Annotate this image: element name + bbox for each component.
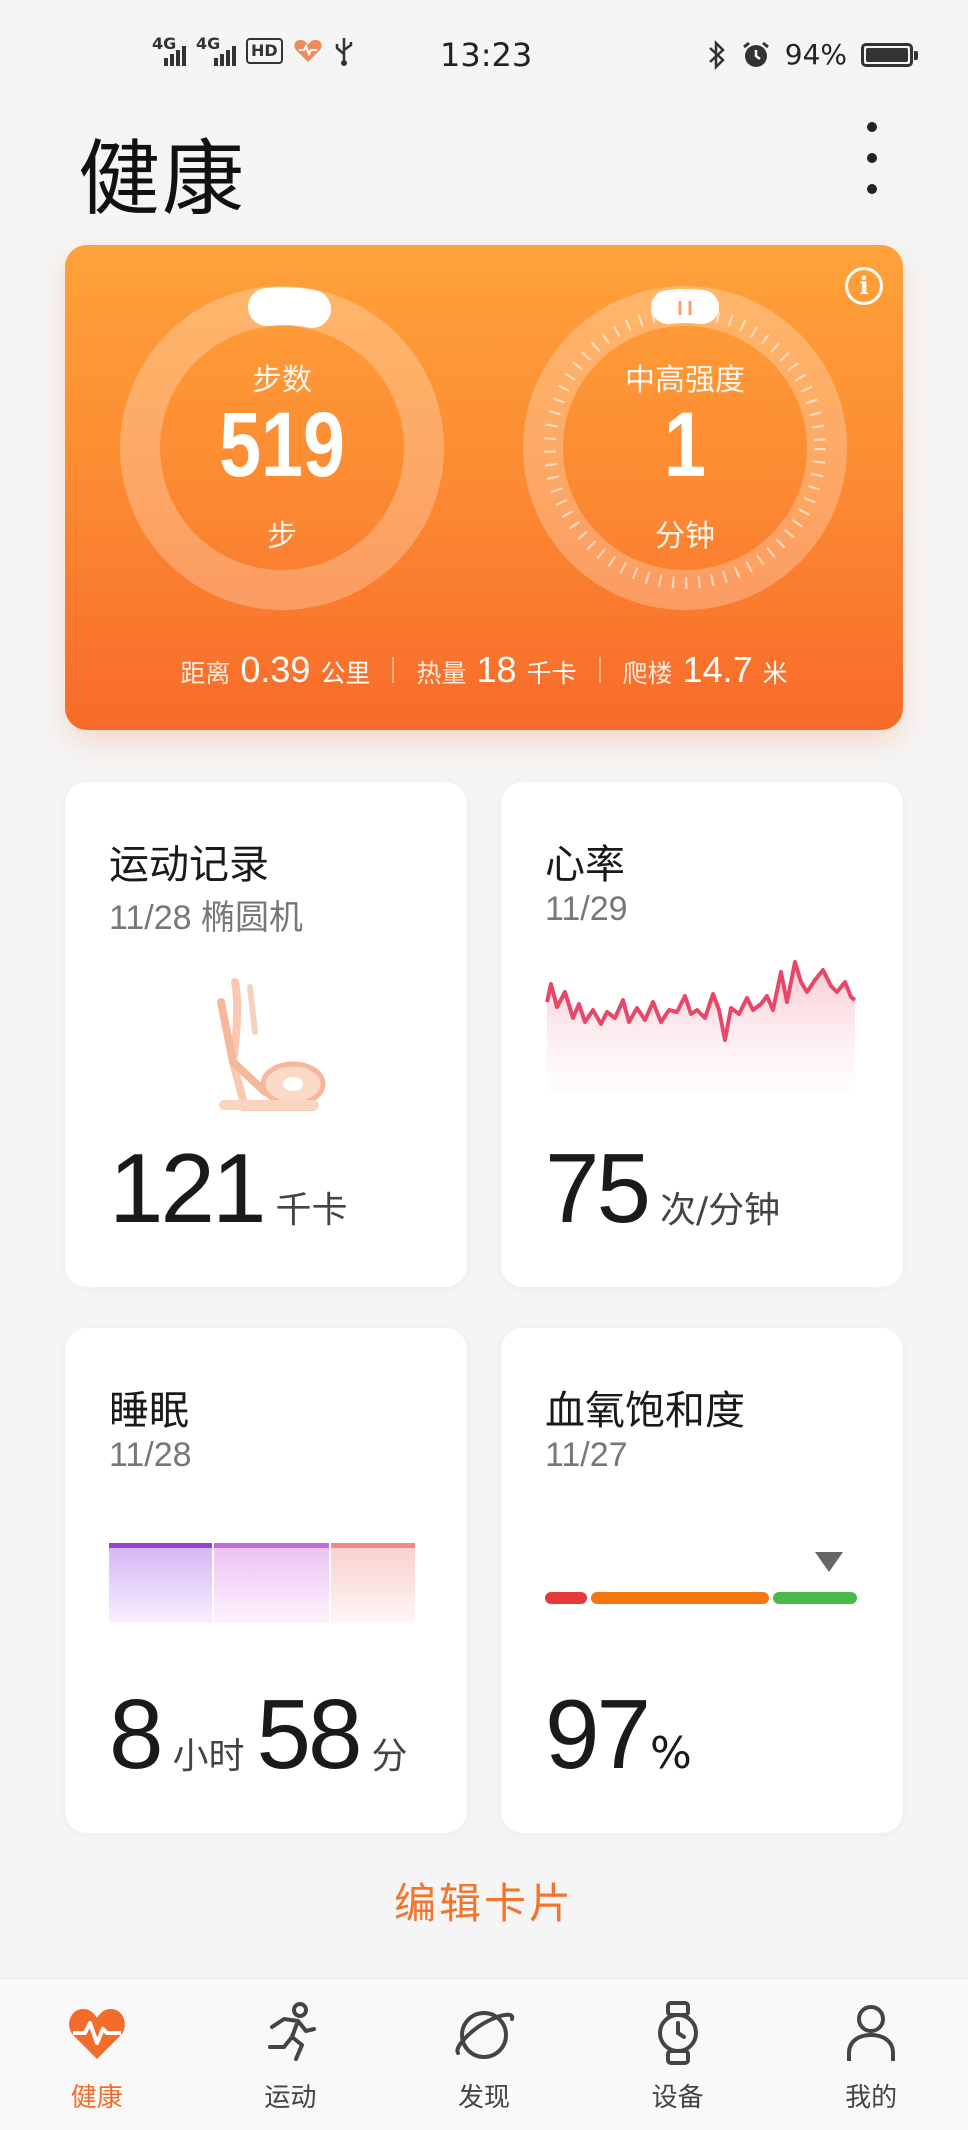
- intensity-value: 1: [664, 394, 706, 496]
- battery-percent: 94%: [784, 38, 847, 71]
- spo2-value: 97: [545, 1679, 651, 1789]
- heart-date: 11/29: [545, 890, 628, 928]
- intensity-label: 中高强度: [625, 363, 745, 398]
- steps-ring[interactable]: 步数 519 步: [117, 283, 447, 613]
- heart-rate-sparkline: [545, 960, 857, 1092]
- network-type: 4G: [152, 34, 177, 53]
- workout-calories-unit: 千卡: [275, 1190, 348, 1231]
- sleep-rem-segment: [331, 1543, 415, 1623]
- intensity-ring[interactable]: 中高强度 1 分钟: [520, 283, 850, 613]
- workout-calories-value: 121: [109, 1133, 267, 1243]
- sleep-duration: 8 小时 58 分: [109, 1678, 408, 1791]
- calories-value: 18: [476, 649, 517, 690]
- floors-value: 14.7: [682, 649, 753, 690]
- planet-icon: [455, 2011, 515, 2059]
- heart-icon: [68, 2009, 125, 2059]
- sleep-minutes-value: 58: [256, 1679, 363, 1789]
- running-icon: [268, 2002, 317, 2061]
- sleep-light-segment: [214, 1543, 329, 1623]
- steps-unit: 步: [267, 519, 297, 554]
- spo2-low-band: [545, 1592, 587, 1604]
- sleep-title: 睡眠: [109, 1388, 189, 1434]
- sleep-hours-value: 8: [109, 1679, 163, 1789]
- spo2-marker-icon: [815, 1552, 843, 1572]
- sleep-date: 11/28: [109, 1436, 192, 1474]
- sleep-deep-segment: [109, 1543, 212, 1623]
- sleep-hours-unit: 小时: [172, 1736, 245, 1777]
- steps-value: 519: [219, 394, 345, 496]
- activity-metrics: 距离 0.39 公里 热量 18 千卡 爬楼 14.7 米: [65, 649, 903, 691]
- heart-rate-unit: 次/分钟: [660, 1190, 781, 1231]
- nav-health-label: 健康: [70, 2083, 123, 2113]
- elliptical-icon: [217, 978, 326, 1111]
- floors-label: 爬楼: [622, 659, 673, 688]
- calories-unit: 千卡: [526, 659, 577, 688]
- spo2-value-group: 97 %: [545, 1678, 692, 1791]
- nav-me-label: 我的: [845, 2083, 898, 2113]
- sleep-card[interactable]: 睡眠 11/28 8 小时 58 分: [65, 1328, 467, 1833]
- heart-rate-value: 75: [545, 1133, 651, 1243]
- nav-discover-label: 发现: [457, 2083, 510, 2113]
- nav-me[interactable]: 我的: [774, 1979, 968, 2130]
- steps-label: 步数: [252, 363, 312, 398]
- sleep-minutes-unit: 分: [371, 1736, 408, 1777]
- network-type-2: 4G: [196, 34, 221, 53]
- edit-cards-link[interactable]: 编辑卡片: [0, 1870, 968, 1931]
- spo2-mid-band: [591, 1592, 769, 1604]
- battery-icon: [861, 42, 918, 67]
- status-bar: 4G 4G HD 13:23 94%: [0, 0, 968, 118]
- heart-title: 心率: [545, 842, 625, 888]
- blood-oxygen-card[interactable]: 血氧饱和度 11/27 97 %: [501, 1328, 903, 1833]
- calories-metric: 热量 18 千卡: [394, 649, 598, 691]
- spo2-unit: %: [650, 1728, 692, 1779]
- spo2-date: 11/27: [545, 1436, 628, 1474]
- hd-icon: HD: [246, 38, 283, 64]
- calories-label: 热量: [416, 659, 467, 688]
- alarm-icon: [742, 41, 769, 67]
- workout-record-card[interactable]: 运动记录 11/28 椭圆机 121 千卡: [65, 782, 467, 1287]
- status-icons-right: 94%: [707, 38, 918, 71]
- bluetooth-icon: [708, 39, 725, 70]
- workout-date: 11/28 椭圆机: [109, 899, 304, 937]
- usb-icon: [335, 38, 352, 66]
- distance-value: 0.39: [240, 649, 311, 690]
- bottom-navigation: 健康 运动 发现 设备 我的: [0, 1978, 968, 2130]
- floors-unit: 米: [762, 659, 788, 688]
- floors-metric: 爬楼 14.7 米: [601, 649, 810, 691]
- status-icons-left: 4G 4G HD: [152, 34, 355, 66]
- activity-summary-card[interactable]: i 步数 519 步 中高强度 1 分钟 距离 0.39 公里 热量 18 千卡…: [65, 245, 903, 730]
- nav-devices[interactable]: 设备: [581, 1979, 775, 2130]
- signal-icon: 4G: [152, 34, 186, 66]
- watch-icon: [657, 2001, 698, 2065]
- nav-exercise[interactable]: 运动: [194, 1979, 388, 2130]
- nav-exercise-label: 运动: [264, 2083, 317, 2113]
- heart-rate-value-group: 75 次/分钟: [545, 1132, 780, 1245]
- heart-status-icon: [294, 39, 322, 62]
- workout-calories: 121 千卡: [109, 1132, 348, 1245]
- heart-rate-card[interactable]: 心率 11/29 75 次/分钟: [501, 782, 903, 1287]
- distance-label: 距离: [180, 659, 231, 688]
- status-time: 13:23: [440, 36, 533, 74]
- distance-unit: 公里: [320, 659, 371, 688]
- signal-icon-2: 4G: [196, 34, 236, 66]
- info-icon[interactable]: i: [845, 267, 883, 305]
- more-options-button[interactable]: [855, 122, 889, 194]
- spo2-title: 血氧饱和度: [545, 1388, 745, 1434]
- workout-title: 运动记录: [109, 842, 269, 888]
- sleep-stages-chart: [109, 1543, 417, 1623]
- nav-health[interactable]: 健康: [0, 1979, 194, 2130]
- intensity-unit: 分钟: [655, 519, 715, 554]
- spo2-high-band: [773, 1592, 857, 1604]
- nav-devices-label: 设备: [651, 2083, 704, 2113]
- page-title: 健康: [78, 132, 247, 227]
- person-icon: [847, 2005, 896, 2061]
- nav-discover[interactable]: 发现: [387, 1979, 581, 2130]
- distance-metric: 距离 0.39 公里: [158, 649, 392, 691]
